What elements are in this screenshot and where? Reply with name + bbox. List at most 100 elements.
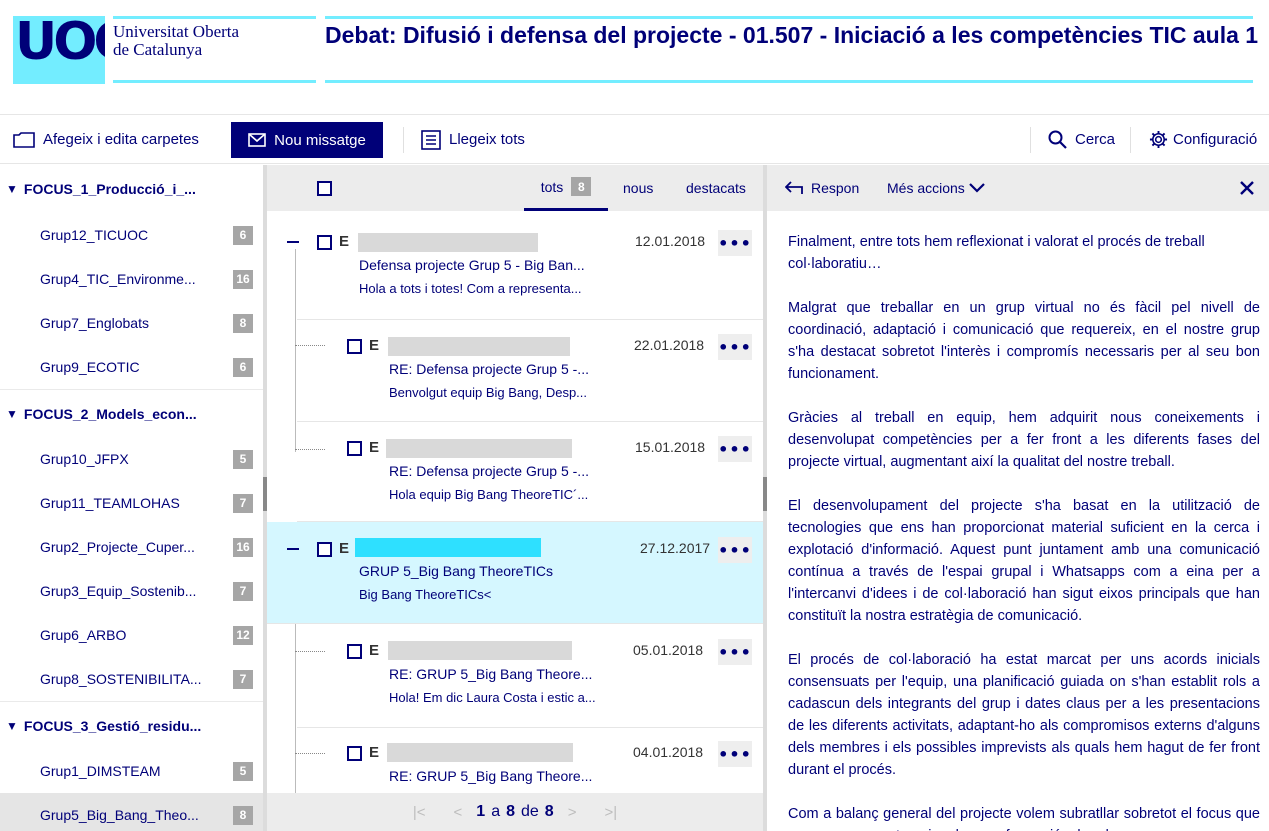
next-page-icon[interactable]: > xyxy=(568,804,577,821)
sidebar-item-group[interactable]: Grup1_DIMSTEAM 5 xyxy=(0,749,263,793)
page-title: Debat: Difusió i defensa del projecte - … xyxy=(325,22,1259,48)
last-page-icon[interactable]: >| xyxy=(604,804,617,821)
sidebar-item-group[interactable]: Grup2_Projecte_Cuper... 16 xyxy=(0,525,263,569)
more-options-button[interactable]: ••• xyxy=(718,639,752,665)
sidebar-item-group[interactable]: Grup11_TEAMLOHAS 7 xyxy=(0,481,263,525)
message-checkbox[interactable] xyxy=(317,235,332,250)
close-pane-button[interactable] xyxy=(1240,165,1254,211)
tab-new[interactable]: nous xyxy=(623,165,653,211)
more-options-button[interactable]: ••• xyxy=(718,436,752,462)
message-preview: Benvolgut equip Big Bang, Desp... xyxy=(389,385,588,400)
message-checkbox[interactable] xyxy=(347,644,362,659)
search-label: Cerca xyxy=(1075,131,1116,148)
collapse-thread-icon[interactable] xyxy=(287,548,299,550)
title-rule xyxy=(325,16,1253,19)
uoc-logo[interactable]: UOC xyxy=(13,16,105,84)
sidebar-item-group[interactable]: Grup3_Equip_Sostenib... 7 xyxy=(0,569,263,613)
list-item[interactable]: E 05.01.2018 ••• RE: GRUP 5_Big Bang The… xyxy=(297,624,763,728)
author-initial: E xyxy=(369,744,380,761)
message-subject: RE: Defensa projecte Grup 5 -... xyxy=(389,361,589,377)
group-label: Grup7_Englobats xyxy=(40,315,149,331)
body-paragraph: El procés de col·laboració ha estat marc… xyxy=(788,652,1260,778)
unread-badge: 16 xyxy=(233,269,253,289)
redacted-author xyxy=(386,439,572,458)
message-checkbox[interactable] xyxy=(347,746,362,761)
tab-all[interactable]: tots 8 xyxy=(524,165,608,211)
more-options-button[interactable]: ••• xyxy=(718,741,752,767)
tab-all-count: 8 xyxy=(571,177,592,196)
more-options-button[interactable]: ••• xyxy=(718,230,752,256)
sidebar-item-group[interactable]: Grup7_Englobats 8 xyxy=(0,301,263,345)
more-options-button[interactable]: ••• xyxy=(718,334,752,360)
settings-label: Configuració xyxy=(1173,131,1258,148)
message-list: tots 8 nous destacats E 12.01.2018 ••• D… xyxy=(267,165,763,831)
first-page-icon[interactable]: |< xyxy=(413,804,426,821)
group-label: Grup1_DIMSTEAM xyxy=(40,763,161,779)
more-options-button[interactable]: ••• xyxy=(718,537,752,563)
logo-rule xyxy=(113,80,316,83)
author-initial: E xyxy=(369,642,380,659)
unread-badge: 7 xyxy=(233,669,253,689)
list-item-selected[interactable]: E 27.12.2017 ••• GRUP 5_Big Bang TheoreT… xyxy=(267,522,763,624)
message-date: 27.12.2017 xyxy=(640,540,711,556)
reply-label: Respon xyxy=(811,180,860,196)
page-start: 1 xyxy=(476,803,486,820)
body-paragraph: Gràcies al treball en equip, hem adquiri… xyxy=(788,410,1260,470)
settings-button[interactable]: Configuració xyxy=(1149,115,1257,164)
author-initial: E xyxy=(369,337,380,354)
tab-all-label: tots xyxy=(540,178,564,195)
unread-badge: 5 xyxy=(233,449,253,469)
list-item[interactable]: E 12.01.2018 ••• Defensa projecte Grup 5… xyxy=(267,211,763,319)
list-item[interactable]: E 04.01.2018 ••• RE: GRUP 5_Big Bang The… xyxy=(297,728,763,793)
select-all-checkbox[interactable] xyxy=(317,181,332,196)
sidebar-item-group[interactable]: Grup12_TICUOC 6 xyxy=(0,213,263,257)
redacted-author xyxy=(388,641,572,660)
message-checkbox[interactable] xyxy=(317,542,332,557)
logo-line1: Universitat Oberta xyxy=(113,22,240,41)
message-checkbox[interactable] xyxy=(347,441,362,456)
pagination: |< < 1 a 8 de 8 > >| xyxy=(267,793,763,831)
sidebar-item-group-active[interactable]: Grup5_Big_Bang_Theo... 8 xyxy=(0,793,263,831)
folder-focus-1[interactable]: ▼ FOCUS_1_Producció_i_... xyxy=(0,165,263,213)
folder-focus-3[interactable]: ▼ FOCUS_3_Gestió_residu... xyxy=(0,701,263,749)
body-paragraph: Finalment, entre tots hem reflexionat i … xyxy=(788,234,1205,272)
toolbar-divider xyxy=(1130,127,1131,153)
message-date: 12.01.2018 xyxy=(635,233,706,249)
author-initial: E xyxy=(369,439,380,456)
message-preview: Hola a tots i totes! Com a representa... xyxy=(359,281,582,296)
reading-pane: Respon Més accions Finalment, entre tots… xyxy=(767,165,1269,831)
header: UOC Universitat Oberta de Catalunya Deba… xyxy=(0,0,1269,112)
sidebar-item-group[interactable]: Grup8_SOSTENIBILITA... 7 xyxy=(0,657,263,701)
new-message-button[interactable]: Nou missatge xyxy=(231,122,383,158)
folder-focus-2[interactable]: ▼ FOCUS_2_Models_econ... xyxy=(0,389,263,437)
logo-text: Universitat Oberta de Catalunya xyxy=(113,23,239,59)
reply-button[interactable]: Respon xyxy=(785,165,859,211)
message-preview: Big Bang TheoreTICs< xyxy=(359,587,492,602)
logo-line2: de Catalunya xyxy=(113,40,203,59)
read-all-button[interactable]: Llegeix tots xyxy=(421,115,525,164)
tab-starred[interactable]: destacats xyxy=(686,165,746,211)
redacted-author xyxy=(387,743,573,762)
group-label: Grup6_ARBO xyxy=(40,627,127,643)
message-subject: RE: Defensa projecte Grup 5 -... xyxy=(389,463,589,479)
search-button[interactable]: Cerca xyxy=(1048,115,1115,164)
list-item[interactable]: E 22.01.2018 ••• RE: Defensa projecte Gr… xyxy=(297,319,763,422)
sidebar-item-group[interactable]: Grup6_ARBO 12 xyxy=(0,613,263,657)
collapse-thread-icon[interactable] xyxy=(287,241,299,243)
sidebar-item-group[interactable]: Grup4_TIC_Environme... 16 xyxy=(0,257,263,301)
add-edit-folders-button[interactable]: Afegeix i edita carpetes xyxy=(13,115,199,164)
sidebar-item-group[interactable]: Grup10_JFPX 5 xyxy=(0,437,263,481)
list-item[interactable]: E 15.01.2018 ••• RE: Defensa projecte Gr… xyxy=(297,422,763,522)
sidebar-item-group[interactable]: Grup9_ECOTIC 6 xyxy=(0,345,263,389)
redacted-author xyxy=(355,538,541,557)
message-body: Finalment, entre tots hem reflexionat i … xyxy=(788,231,1260,831)
message-preview: Hola! Em dic Laura Costa i estic a... xyxy=(389,690,596,705)
message-checkbox[interactable] xyxy=(347,339,362,354)
prev-page-icon[interactable]: < xyxy=(454,804,463,821)
toolbar-divider xyxy=(403,127,404,153)
unread-badge: 6 xyxy=(233,357,253,377)
message-subject: RE: GRUP 5_Big Bang Theore... xyxy=(389,666,593,682)
more-actions-dropdown[interactable]: Més accions xyxy=(887,165,985,211)
message-subject: RE: GRUP 5_Big Bang Theore... xyxy=(389,768,593,784)
group-label: Grup4_TIC_Environme... xyxy=(40,271,196,287)
